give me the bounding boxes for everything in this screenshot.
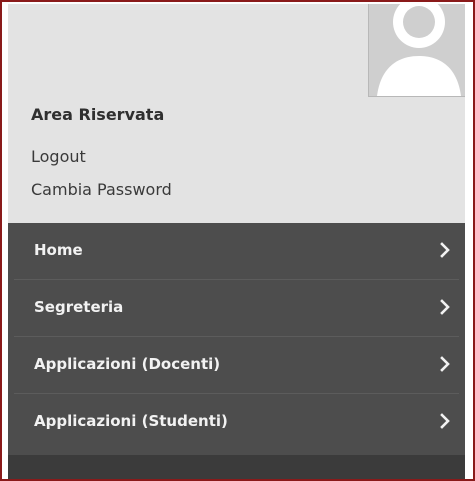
chevron-right-icon <box>440 299 450 315</box>
menu-item-label: Applicazioni (Studenti) <box>34 412 228 430</box>
chevron-right-icon <box>440 413 450 429</box>
user-silhouette-icon <box>369 4 465 96</box>
menu-item-home[interactable]: Home <box>14 223 459 280</box>
avatar[interactable] <box>368 4 465 97</box>
menu-item-label: Segreteria <box>34 298 124 316</box>
chevron-right-icon <box>440 356 450 372</box>
menu-item-label: Applicazioni (Docenti) <box>34 355 221 373</box>
chevron-right-icon <box>440 242 450 258</box>
logout-link[interactable]: Logout <box>31 147 86 166</box>
menu-footer <box>8 455 465 479</box>
menu-item-segreteria[interactable]: Segreteria <box>14 280 459 337</box>
sidebar-panel: Area Riservata Logout Cambia Password Ho… <box>8 4 465 479</box>
reserved-area-widget: Area Riservata Logout Cambia Password Ho… <box>0 0 475 481</box>
page-title: Area Riservata <box>31 105 165 124</box>
menu-item-applicazioni-studenti[interactable]: Applicazioni (Studenti) <box>14 394 459 451</box>
user-header: Area Riservata Logout Cambia Password <box>8 4 465 223</box>
change-password-link[interactable]: Cambia Password <box>31 180 172 199</box>
menu-item-applicazioni-docenti[interactable]: Applicazioni (Docenti) <box>14 337 459 394</box>
main-menu: Home Segreteria Applicazioni (Docenti) A… <box>8 223 465 451</box>
menu-item-label: Home <box>34 241 83 259</box>
